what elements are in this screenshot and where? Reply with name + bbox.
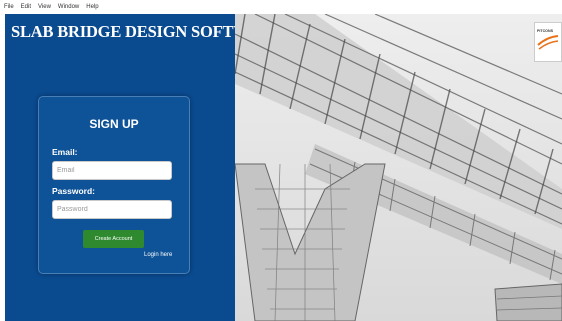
bridge-render bbox=[235, 14, 562, 321]
create-account-button[interactable]: Create Account bbox=[83, 230, 144, 248]
menu-window[interactable]: Window bbox=[58, 4, 79, 10]
menu-bar: File Edit View Window Help bbox=[0, 0, 562, 14]
svg-text:PITCONS: PITCONS bbox=[537, 29, 554, 33]
menu-view[interactable]: View bbox=[38, 4, 51, 10]
signup-panel: SLAB BRIDGE DESIGN SOFTWARE SIGN UP Emai… bbox=[5, 14, 282, 321]
password-label: Password: bbox=[52, 186, 95, 196]
signup-card: SIGN UP Email: Password: Create Account … bbox=[38, 96, 190, 274]
company-logo: PITCONS bbox=[534, 22, 562, 62]
menu-edit[interactable]: Edit bbox=[21, 4, 31, 10]
signup-title: SIGN UP bbox=[89, 117, 139, 131]
email-label: Email: bbox=[52, 147, 78, 157]
menu-help[interactable]: Help bbox=[86, 4, 98, 10]
logo-icon: PITCONS bbox=[537, 29, 559, 50]
login-link[interactable]: Login here bbox=[144, 252, 172, 258]
menu-file[interactable]: File bbox=[4, 4, 14, 10]
email-field[interactable] bbox=[52, 161, 172, 180]
password-field[interactable] bbox=[52, 200, 172, 219]
bridge-image bbox=[235, 14, 562, 321]
